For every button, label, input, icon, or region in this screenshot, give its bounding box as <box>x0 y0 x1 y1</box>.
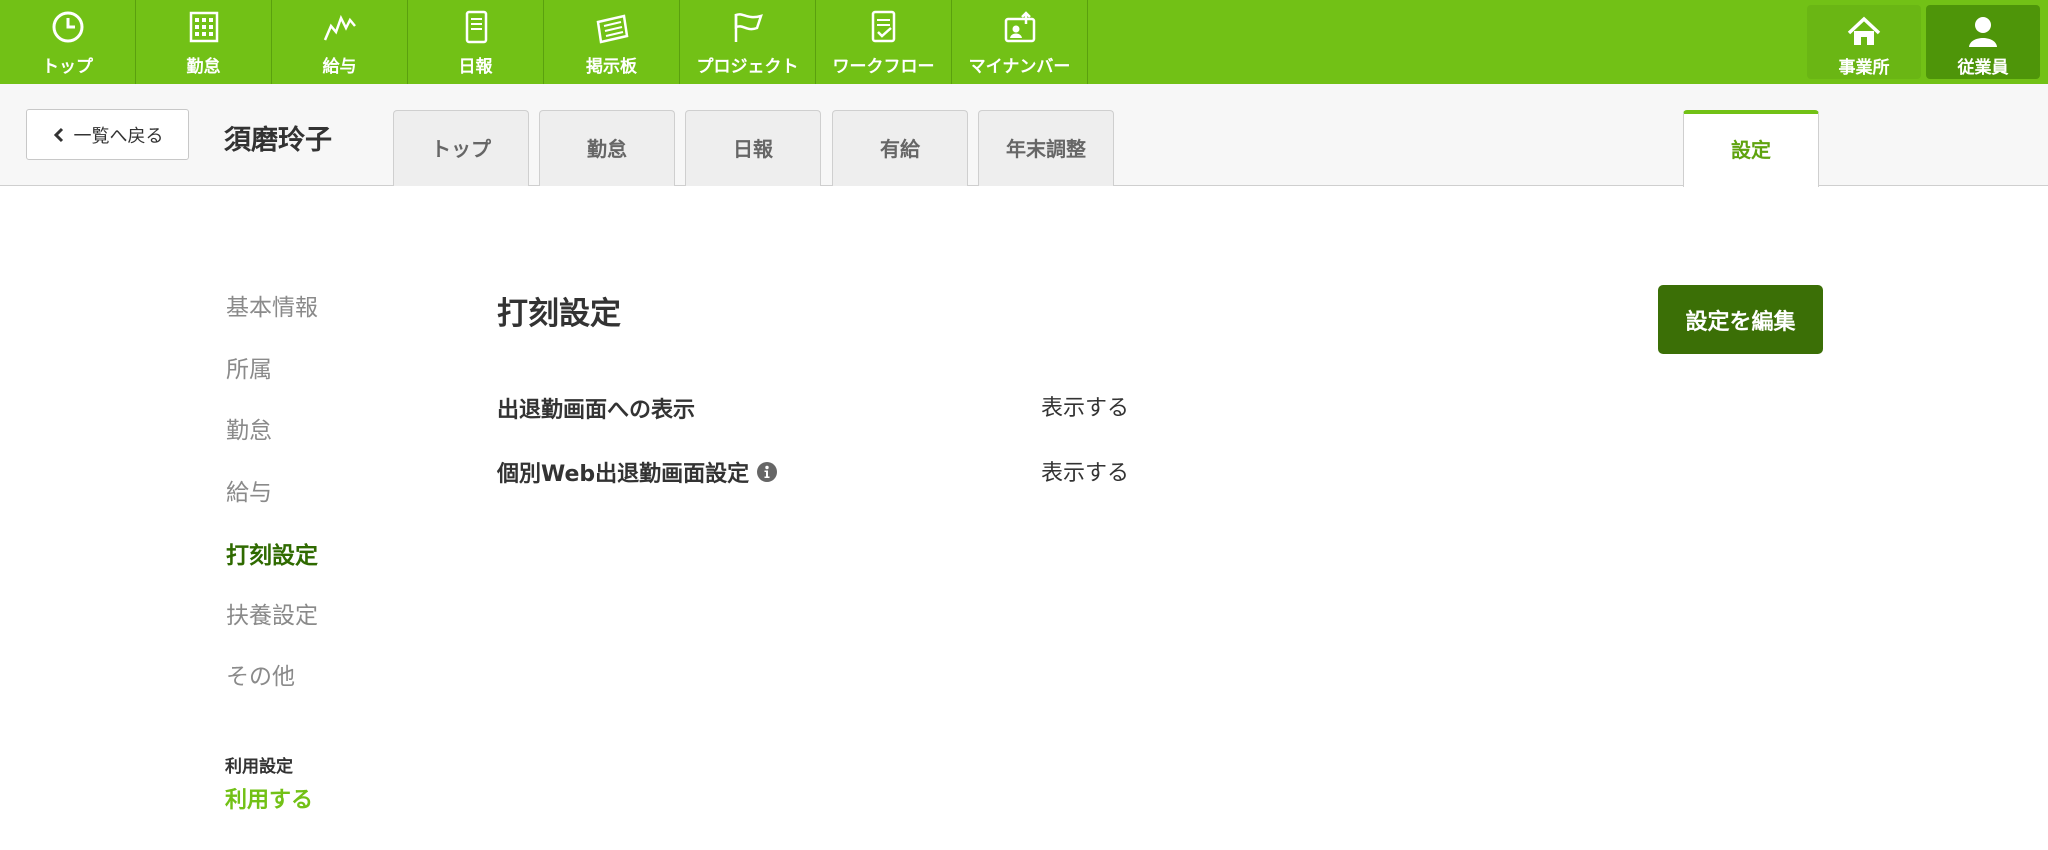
nav-office-label: 事業所 <box>1838 58 1890 78</box>
nav-payroll-label: 給与 <box>322 57 357 77</box>
nav-top[interactable]: トップ <box>0 0 136 84</box>
notebook-icon <box>465 10 487 44</box>
top-navigation: トップ 勤怠 給与 日報 掲示板 プロジェクト ワークフロー マイナンバー 事業… <box>0 0 2048 84</box>
setting-label-text: 出退勤画面への表示 <box>497 398 696 423</box>
nav-project-label: プロジェクト <box>696 57 799 77</box>
side-item-payroll[interactable]: 給与 <box>226 473 272 507</box>
nav-bulletin[interactable]: 掲示板 <box>544 0 680 84</box>
setting-label-clock-screen-display: 出退勤画面への表示 <box>497 392 695 424</box>
side-item-affiliation[interactable]: 所属 <box>226 350 272 384</box>
nav-workflow[interactable]: ワークフロー <box>816 0 952 84</box>
back-to-list-label: 一覧へ戻る <box>73 125 164 147</box>
nav-workflow-label: ワークフロー <box>832 57 935 77</box>
id-card-icon <box>1004 11 1035 43</box>
employee-header: 一覧へ戻る 須磨玲子 トップ 勤怠 日報 有給 年末調整 設定 <box>0 84 2048 187</box>
checklist-icon <box>871 10 895 43</box>
side-item-clock-settings[interactable]: 打刻設定 <box>226 536 318 570</box>
home-icon <box>1847 16 1881 45</box>
nav-my-number-label: マイナンバー <box>968 57 1071 77</box>
chart-icon <box>323 14 356 41</box>
setting-label-web-clock-screen: 個別Web出退勤画面設定 <box>497 456 778 488</box>
nav-my-number[interactable]: マイナンバー <box>952 0 1088 84</box>
side-item-attendance[interactable]: 勤怠 <box>226 411 272 445</box>
tab-paid-leave[interactable]: 有給 <box>832 110 968 186</box>
nav-employee[interactable]: 従業員 <box>1926 5 2040 79</box>
nav-attendance-label: 勤怠 <box>186 57 221 77</box>
tab-attendance[interactable]: 勤怠 <box>539 110 675 186</box>
edit-settings-button[interactable]: 設定を編集 <box>1658 285 1823 354</box>
flag-icon <box>734 13 763 42</box>
board-icon <box>596 14 628 44</box>
nav-attendance[interactable]: 勤怠 <box>136 0 272 84</box>
side-item-basic-info[interactable]: 基本情報 <box>226 288 318 322</box>
employee-name: 須磨玲子 <box>224 125 332 156</box>
clock-icon <box>52 11 83 43</box>
usage-setting-label: 利用設定 <box>225 757 293 777</box>
back-to-list-button[interactable]: 一覧へ戻る <box>26 109 189 160</box>
tab-daily-report[interactable]: 日報 <box>685 110 821 186</box>
usage-setting-value: 利用する <box>225 788 314 813</box>
setting-value-clock-screen-display: 表示する <box>1041 396 1130 421</box>
nav-payroll[interactable]: 給与 <box>272 0 408 84</box>
calendar-icon <box>189 11 218 43</box>
setting-value-web-clock-screen: 表示する <box>1041 461 1130 486</box>
user-icon <box>1969 17 1997 47</box>
nav-daily-report[interactable]: 日報 <box>408 0 544 84</box>
setting-label-text: 個別Web出退勤画面設定 <box>497 462 750 487</box>
nav-employee-label: 従業員 <box>1957 58 2009 78</box>
page-title: 打刻設定 <box>497 296 621 332</box>
chevron-left-icon <box>53 127 63 142</box>
side-item-dependents[interactable]: 扶養設定 <box>226 596 318 630</box>
info-icon[interactable] <box>757 462 778 482</box>
side-item-other[interactable]: その他 <box>226 657 295 691</box>
tab-top[interactable]: トップ <box>393 110 529 186</box>
nav-top-label: トップ <box>42 57 93 77</box>
nav-bulletin-label: 掲示板 <box>586 57 637 77</box>
nav-project[interactable]: プロジェクト <box>680 0 816 84</box>
tab-settings[interactable]: 設定 <box>1683 110 1819 187</box>
nav-daily-report-label: 日報 <box>458 57 493 77</box>
tab-year-end-adjustment[interactable]: 年末調整 <box>978 110 1114 186</box>
nav-office[interactable]: 事業所 <box>1807 5 1921 79</box>
